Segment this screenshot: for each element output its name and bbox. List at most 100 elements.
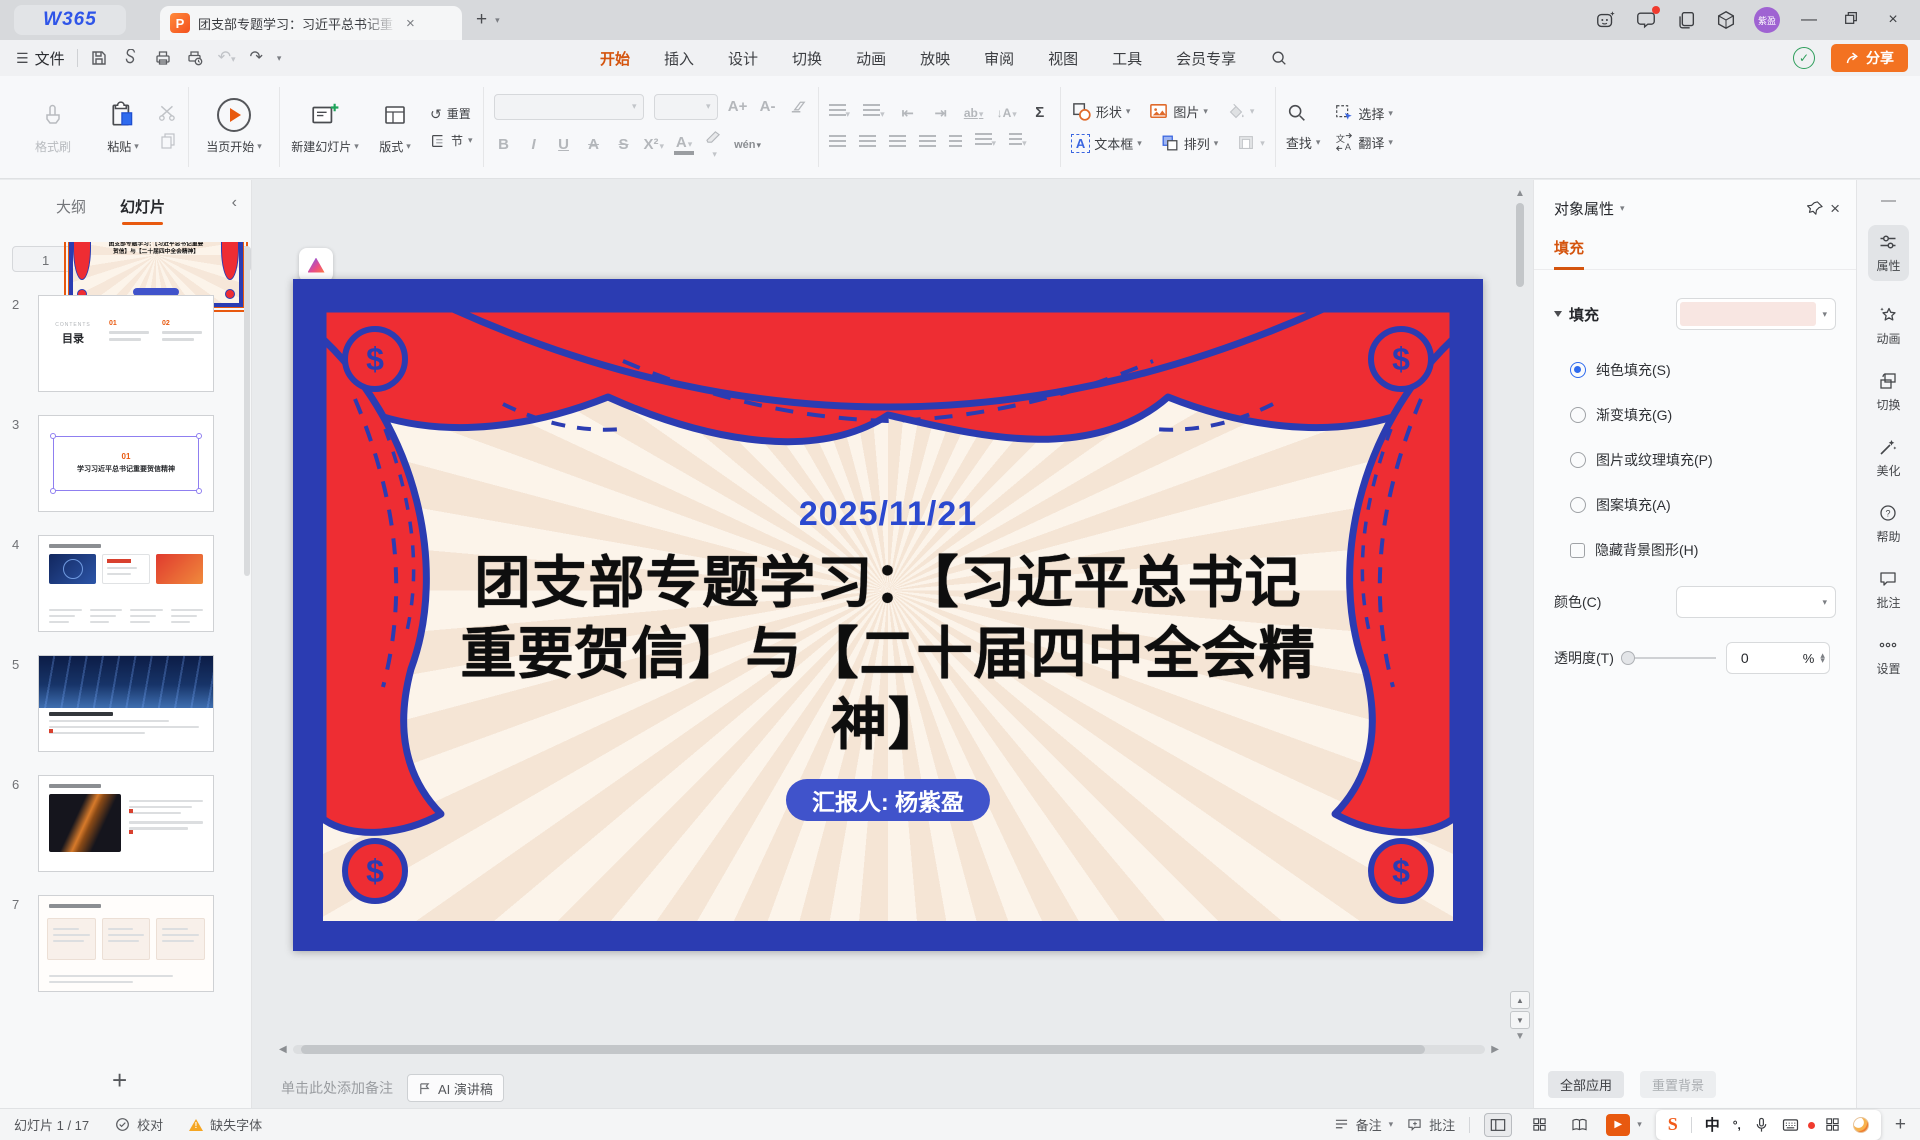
slide-thumbnail-2[interactable]: 2 CONTENTS 目录 01 02 (12, 295, 251, 392)
emoji-face-icon[interactable] (1853, 1117, 1869, 1133)
keyboard-icon[interactable] (1782, 1118, 1799, 1132)
reading-view-button[interactable] (1566, 1114, 1592, 1136)
find-button[interactable]: 查找▾ (1286, 133, 1321, 152)
slide-thumbnail-1[interactable]: 1 团支部专题学习：【习近平总书记重要贺信】与【二十届四中全会精神】 (12, 246, 251, 272)
minimize-button[interactable]: — (1796, 11, 1822, 29)
thumbnail-content[interactable] (38, 775, 214, 872)
select-button[interactable]: 选择▾ (1334, 103, 1393, 123)
zoom-plus-icon[interactable]: + (1895, 1114, 1906, 1136)
thumbnail-content[interactable] (38, 535, 214, 632)
toolbox-grid-icon[interactable] (1825, 1117, 1840, 1132)
slide-sorter-view-button[interactable] (1526, 1114, 1552, 1136)
close-panel-icon[interactable]: × (1830, 199, 1840, 219)
file-menu-button[interactable]: ☰ 文件 (16, 48, 65, 69)
horizontal-scrollbar[interactable]: ◀ ▶ (279, 1043, 1499, 1056)
sidebar-item-properties[interactable]: 属性 (1868, 225, 1908, 281)
collapse-strip-icon[interactable]: — (1881, 192, 1896, 209)
slide-title[interactable]: 团支部专题学习：【习近平总书记重要贺信】与【二十届四中全会精神】 (448, 547, 1328, 760)
scroll-left-icon[interactable]: ◀ (279, 1044, 287, 1055)
editing-canvas[interactable]: $ $ $ $ 2025/11/21 团支部专题学习：【习近平总书记重要贺信】与… (253, 180, 1533, 1108)
gradient-fill-option[interactable]: 渐变填充(G) (1570, 405, 1856, 425)
next-slide-button[interactable]: ▼ (1510, 1011, 1530, 1029)
print-preview-icon[interactable] (186, 49, 204, 67)
collapse-triangle-icon[interactable] (1554, 311, 1562, 317)
sidebar-item-animation[interactable]: 动画 (1876, 305, 1900, 347)
section-button[interactable]: 节 ▾ (430, 132, 473, 149)
hide-background-option[interactable]: 隐藏背景图形(H) (1570, 540, 1856, 560)
fill-color-dropdown[interactable]: ▾ (1676, 298, 1836, 330)
chevron-down-icon[interactable]: ▾ (1620, 204, 1625, 213)
shapes-button[interactable]: 形状▾ (1071, 101, 1131, 122)
redo-icon[interactable]: ↷ (250, 50, 263, 66)
punctuation-icon[interactable]: °, (1733, 1118, 1741, 1132)
tab-design[interactable]: 设计 (728, 48, 758, 69)
missing-font-warning[interactable]: 缺失字体 (189, 1115, 262, 1134)
new-slide-button[interactable]: 新建幻灯片▾ (290, 99, 360, 155)
search-icon[interactable] (1286, 102, 1321, 124)
ribbon-search-icon[interactable] (1270, 49, 1288, 67)
scroll-up-icon[interactable]: ▲ (1515, 188, 1525, 199)
transparency-slider[interactable] (1624, 657, 1716, 659)
apps-cube-icon[interactable] (1714, 8, 1738, 32)
sidebar-item-comments[interactable]: 批注 (1876, 569, 1900, 611)
tab-animation[interactable]: 动画 (856, 48, 886, 69)
picture-button[interactable]: 图片▾ (1148, 101, 1208, 122)
sidebar-item-help[interactable]: ? 帮助 (1876, 503, 1900, 545)
textbox-button[interactable]: A 文本框▾ (1071, 134, 1142, 153)
color-dropdown[interactable]: ▾ (1676, 586, 1836, 618)
tab-slideshow[interactable]: 放映 (920, 48, 950, 69)
symbol-sigma-icon[interactable]: Σ (1030, 104, 1050, 121)
ai-helper-button[interactable] (299, 248, 333, 282)
tab-member[interactable]: 会员专享 (1176, 48, 1236, 69)
slide-thumbnail-6[interactable]: 6 (12, 775, 251, 872)
document-tab[interactable]: P 团支部专题学习：习近平总书记重 × (160, 6, 462, 40)
slide-thumbnail-7[interactable]: 7 (12, 895, 251, 992)
add-slide-button[interactable]: + (112, 1065, 127, 1096)
notes-placeholder[interactable]: 单击此处添加备注 (281, 1078, 393, 1098)
tab-home[interactable]: 开始 (600, 48, 630, 69)
windows-stack-icon[interactable] (1674, 8, 1698, 32)
messages-icon[interactable] (1634, 8, 1658, 32)
user-avatar[interactable]: 紫盈 (1754, 7, 1780, 33)
solid-fill-option[interactable]: 纯色填充(S) (1570, 360, 1856, 380)
tab-outline[interactable]: 大纲 (56, 196, 86, 217)
slide-thumbnail-5[interactable]: 5 (12, 655, 251, 752)
new-tab-button[interactable]: + (476, 9, 487, 31)
ai-speech-button[interactable]: AI 演讲稿 (407, 1074, 504, 1102)
doc-check-icon[interactable]: ✓ (1793, 47, 1815, 69)
collapse-panel-icon[interactable]: ‹ (232, 194, 237, 212)
close-window-button[interactable]: × (1880, 11, 1906, 29)
ai-assistant-icon[interactable] (1594, 8, 1618, 32)
play-from-current-button[interactable]: 当页开始▾ (199, 99, 269, 155)
tab-review[interactable]: 审阅 (984, 48, 1014, 69)
panel-scrollbar[interactable] (244, 246, 250, 576)
export-pdf-icon[interactable] (122, 49, 140, 67)
slideshow-button[interactable]: ▶ ▾ (1606, 1114, 1642, 1136)
restore-button[interactable] (1838, 10, 1864, 31)
thumbnail-content[interactable] (38, 655, 214, 752)
share-button[interactable]: 分享 (1831, 44, 1908, 72)
previous-slide-button[interactable]: ▲ (1510, 991, 1530, 1009)
scroll-right-icon[interactable]: ▶ (1491, 1044, 1499, 1055)
thumbnail-content[interactable] (38, 895, 214, 992)
scrollbar-thumb[interactable] (1516, 203, 1524, 287)
slide-date[interactable]: 2025/11/21 (293, 495, 1483, 534)
tab-slides[interactable]: 幻灯片 (120, 196, 165, 217)
scrollbar-thumb[interactable] (301, 1045, 1426, 1054)
tab-list-chevron-icon[interactable]: ▾ (495, 16, 500, 25)
slide-1-canvas[interactable]: $ $ $ $ 2025/11/21 团支部专题学习：【习近平总书记重要贺信】与… (293, 279, 1483, 951)
thumbnail-content[interactable]: CONTENTS 目录 01 02 (38, 295, 214, 392)
sidebar-item-beautify[interactable]: 美化 (1876, 437, 1900, 479)
translate-button[interactable]: 文A 翻译▾ (1334, 132, 1393, 152)
slide-thumbnail-3[interactable]: 3 01 学习习近平总书记重要贺信精神 (12, 415, 251, 512)
microphone-icon[interactable] (1754, 1117, 1769, 1133)
picture-fill-option[interactable]: 图片或纹理填充(P) (1570, 450, 1856, 470)
comments-button[interactable]: 批注 (1407, 1115, 1455, 1134)
save-icon[interactable] (90, 49, 108, 67)
pin-icon[interactable] (1807, 200, 1824, 217)
stepper-arrows[interactable]: ▴▾ (1818, 653, 1825, 663)
presenter-pill[interactable]: 汇报人: 杨紫盈 (786, 779, 990, 821)
vertical-scrollbar[interactable]: ▲ ▲ ▼ ▼ (1513, 188, 1527, 1042)
tab-transition[interactable]: 切换 (792, 48, 822, 69)
proofing-button[interactable]: 校对 (115, 1115, 163, 1134)
